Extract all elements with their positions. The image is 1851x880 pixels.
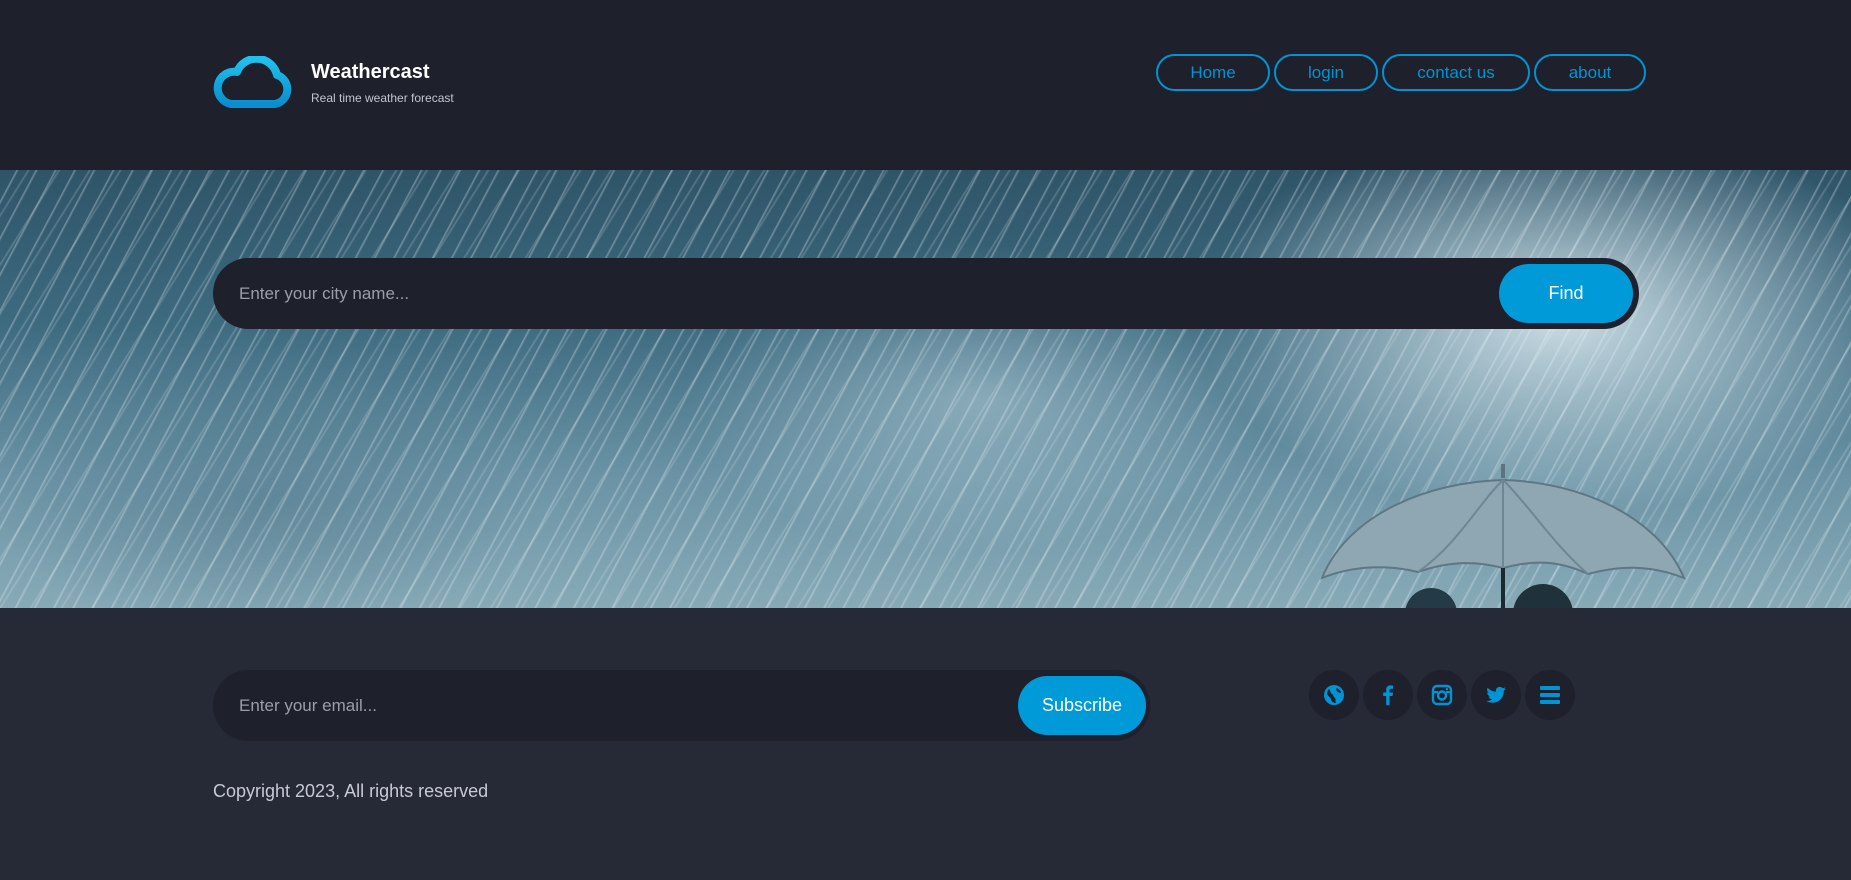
menu-icon: [1540, 686, 1560, 704]
social-facebook-button[interactable]: [1363, 670, 1413, 720]
facebook-icon: [1383, 685, 1393, 705]
city-search-bar: Find: [213, 258, 1639, 329]
site-footer: Subscribe: [0, 608, 1851, 880]
nav-home[interactable]: Home: [1156, 54, 1270, 91]
social-instagram-button[interactable]: [1417, 670, 1467, 720]
find-button[interactable]: Find: [1499, 264, 1633, 323]
subscribe-button[interactable]: Subscribe: [1018, 676, 1146, 735]
cloud-icon: [213, 56, 292, 108]
brand-tagline: Real time weather forecast: [311, 91, 454, 105]
main-nav: Home login contact us about: [1156, 54, 1646, 91]
social-menu-button[interactable]: [1525, 670, 1575, 720]
social-globe-button[interactable]: [1309, 670, 1359, 720]
globe-icon: [1324, 685, 1344, 705]
nav-login[interactable]: login: [1274, 54, 1378, 91]
email-input[interactable]: [213, 670, 1003, 741]
brand-title: Weathercast: [311, 61, 430, 83]
twitter-icon: [1486, 686, 1506, 703]
subscribe-bar: Subscribe: [213, 670, 1150, 741]
site-header: Weathercast Real time weather forecast H…: [0, 0, 1851, 170]
instagram-icon: [1431, 684, 1453, 706]
city-search-input[interactable]: [213, 258, 1493, 329]
social-links: [1309, 670, 1575, 720]
hero-banner: Find: [0, 170, 1851, 608]
nav-contact-us[interactable]: contact us: [1382, 54, 1530, 91]
copyright-text: Copyright 2023, All rights reserved: [213, 781, 489, 801]
brand[interactable]: Weathercast Real time weather forecast: [213, 56, 454, 110]
social-twitter-button[interactable]: [1471, 670, 1521, 720]
umbrella-illustration: [1320, 464, 1686, 608]
nav-about[interactable]: about: [1534, 54, 1646, 91]
